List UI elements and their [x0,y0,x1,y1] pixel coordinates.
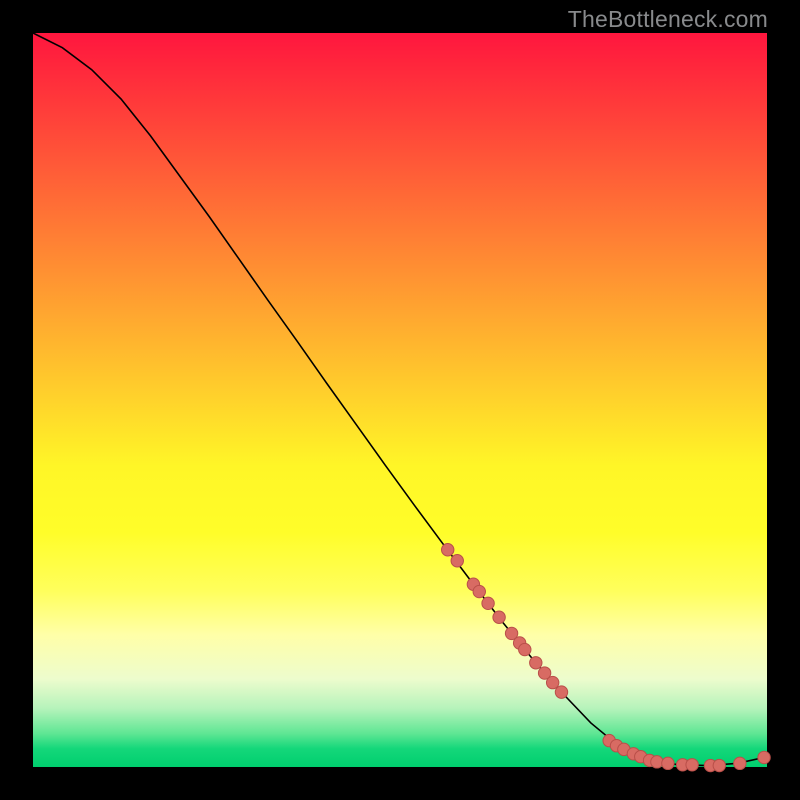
data-point [442,544,454,556]
data-point [686,759,698,771]
data-point [713,759,725,771]
data-point [651,756,663,768]
data-point [555,686,567,698]
data-point [734,757,746,769]
data-point [758,751,770,763]
curve-line [33,33,764,766]
data-point [493,611,505,623]
plot-area [33,33,767,767]
chart-stage: TheBottleneck.com [0,0,800,800]
points-group [442,544,771,772]
watermark-text: TheBottleneck.com [568,6,768,33]
data-point [662,757,674,769]
data-point [530,657,542,669]
data-point [473,585,485,597]
data-point [451,555,463,567]
chart-svg [33,33,767,767]
data-point [519,643,531,655]
data-point [546,676,558,688]
data-point [482,597,494,609]
